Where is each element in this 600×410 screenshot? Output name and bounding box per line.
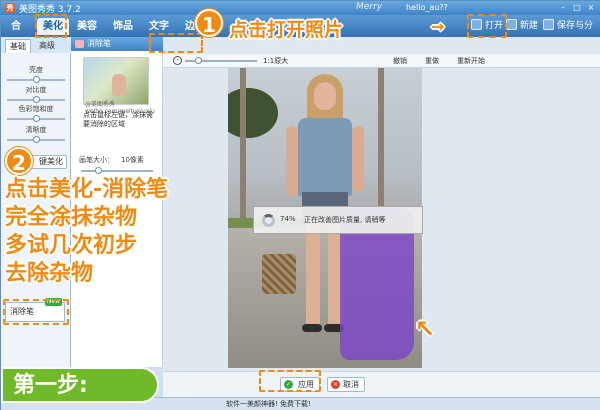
restart-button[interactable]: 重新开始 (457, 55, 485, 67)
loading-spinner-icon (262, 214, 275, 227)
contrast-slider[interactable] (7, 96, 65, 103)
zoom-slider[interactable] (185, 57, 257, 64)
actual-size-button[interactable]: 1:1原大 (263, 55, 288, 67)
slider-handle[interactable] (95, 167, 102, 174)
highlight-eraser-item (3, 299, 69, 325)
slider-handle[interactable] (32, 76, 40, 83)
step1-callout: 点击打开照片 (229, 19, 344, 41)
pointer-arrow-icon: ↖ (415, 315, 436, 343)
user-name[interactable]: hello_au?? (406, 3, 448, 12)
handbag (262, 254, 296, 294)
sharpness-slider[interactable] (7, 136, 65, 143)
step1-badge: 1 (195, 9, 223, 37)
model-arm (352, 126, 364, 192)
tab-basic[interactable]: 基础 (5, 39, 31, 53)
canvas-toolbar: - 1:1原大 撤销 重做 重新开始 (163, 54, 600, 68)
save-icon (543, 19, 554, 30)
tab-advanced[interactable]: 高级 (35, 39, 59, 53)
redo-button[interactable]: 重做 (425, 55, 439, 67)
tab-beauty[interactable]: 美容 (71, 18, 103, 35)
brush-size-slider[interactable] (81, 167, 153, 174)
eraser-panel-title: 消除笔 (87, 39, 111, 48)
adjust-subtabs: 基础 高级 (1, 37, 71, 53)
slider-handle[interactable] (32, 96, 40, 103)
close-icon: × (331, 380, 340, 389)
new-button[interactable]: 新建 (506, 18, 538, 35)
action-bar: ✓ 应用 × 取消 (163, 371, 600, 397)
step-banner-text: 第一步: (13, 373, 88, 398)
highlight-open-button (467, 14, 507, 38)
minimize-icon[interactable]: – (557, 3, 569, 13)
brightness-slider[interactable] (7, 76, 65, 83)
slider-handle[interactable] (32, 115, 40, 122)
tab-accessories[interactable]: 饰品 (107, 18, 139, 35)
brush-size-value: 10像素 (121, 156, 144, 164)
step-banner: 第一步: (1, 367, 159, 403)
eraser-icon (75, 40, 84, 48)
slider-handle[interactable] (32, 136, 40, 143)
highlight-beautify-tab (35, 14, 67, 38)
saturation-label: 色彩饱和度 (18, 105, 54, 113)
home-tab[interactable]: 合 (5, 18, 27, 35)
eraser-demo-image (83, 57, 149, 105)
app-logo-icon: 秀 (5, 3, 15, 13)
close-icon[interactable]: × (585, 3, 597, 13)
model-arm (286, 126, 298, 196)
cancel-button[interactable]: × 取消 (327, 377, 365, 392)
brightness-label: 亮度 (29, 66, 43, 74)
slider-handle[interactable] (195, 57, 202, 64)
hand-illustration (112, 74, 126, 96)
model-shirt (298, 118, 352, 196)
new-file-icon (506, 19, 517, 30)
undo-button[interactable]: 撤销 (393, 55, 407, 67)
model-face (314, 82, 336, 110)
saturation-slider[interactable] (7, 115, 65, 122)
zoom-icon[interactable]: - (173, 56, 182, 65)
app-window: 秀 美图秀秀 3.7.2 Merry hello_au?? – □ × 合 美化… (0, 0, 600, 410)
palm-trunk (378, 68, 384, 208)
sharpness-label: 清晰度 (25, 126, 47, 134)
highlight-apply-button (259, 370, 321, 392)
highlight-eraser-header (149, 33, 203, 53)
maximize-icon[interactable]: □ (571, 3, 583, 13)
step2-badge: 2 (5, 147, 33, 175)
title-bar: 秀 美图秀秀 3.7.2 Merry hello_au?? – □ × (1, 1, 600, 15)
save-share-button[interactable]: 保存与分享 (543, 18, 600, 48)
brand-text: Merry (356, 2, 383, 12)
status-text: 软件一美颜神器! 免费下载! (226, 400, 311, 408)
eraser-hint: 点击鼠标左键，涂抹需要消除的区域 (83, 111, 153, 128)
contrast-label: 对比度 (25, 86, 47, 94)
model-shoe (302, 324, 322, 332)
palm-trunk (240, 68, 246, 218)
progress-percent: 74% (280, 215, 296, 223)
brush-size-label: 画笔大小： (79, 156, 114, 164)
step2-callout: 点击美化-消除笔 完全涂抹杂物 多试几次初步 去除杂物 (5, 177, 169, 286)
progress-message: 正在改善图片质量, 请稍等 (304, 216, 386, 224)
model-leg (306, 220, 320, 328)
processing-indicator: 74% 正在改善图片质量, 请稍等 (253, 206, 423, 234)
tree (228, 88, 278, 138)
step1-arrow-icon: → (431, 17, 445, 36)
